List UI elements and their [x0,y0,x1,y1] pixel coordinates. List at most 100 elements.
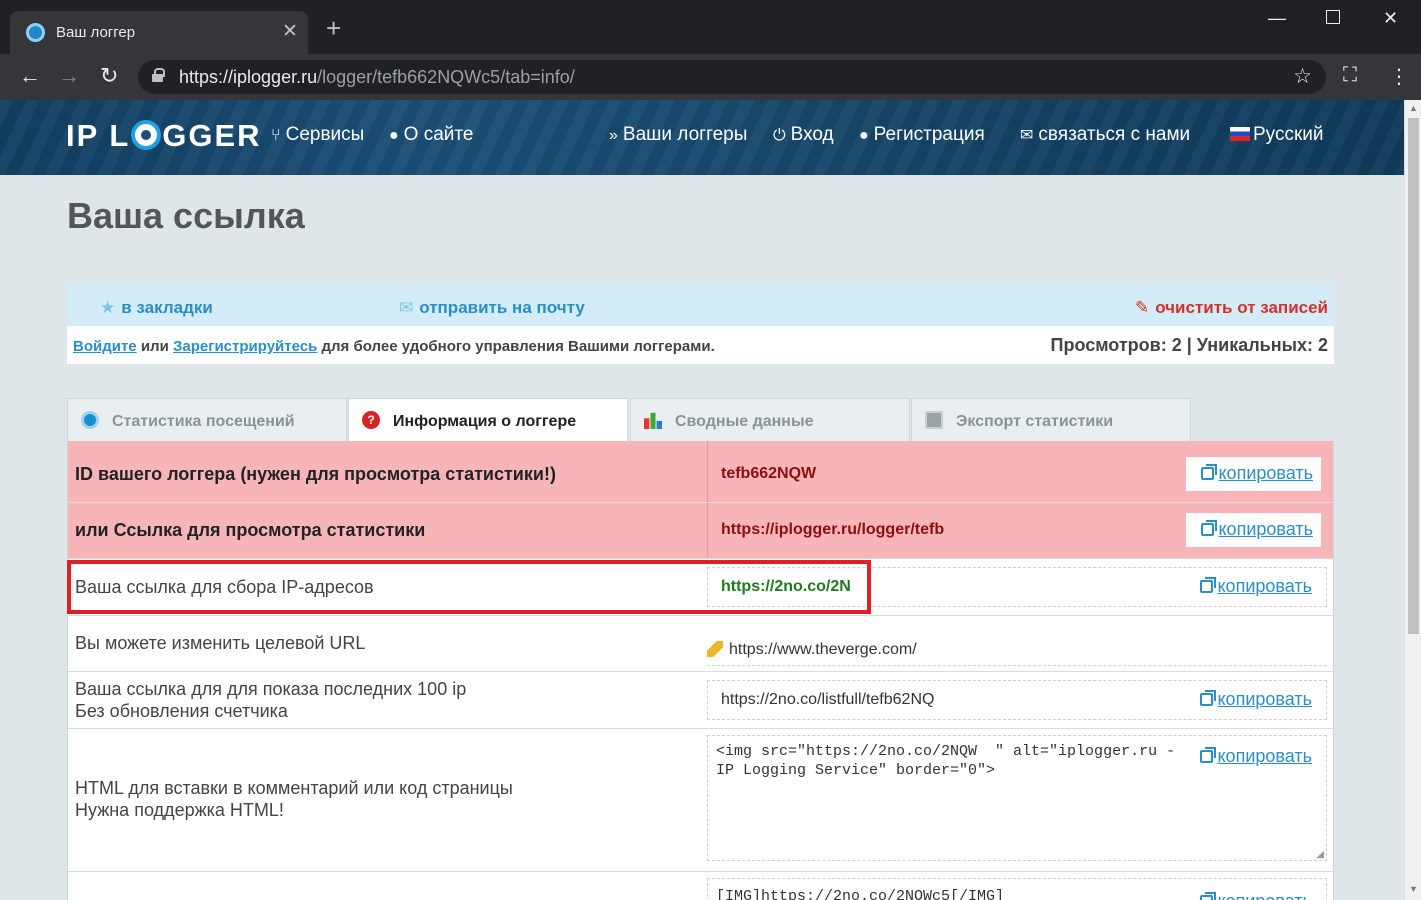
stats-link-box: https://iplogger.ru/logger/tefb копирова… [707,503,1327,558]
tab-export[interactable]: Экспорт статистики [911,398,1191,441]
fork-icon: ⑂ [271,127,281,144]
bbcode-value[interactable]: [IMG]https://2no.co/2NQWc5[/IMG] [716,887,1196,900]
browser-titlebar: Ваш логгер ✕ + — ✕ [0,0,1421,54]
tab-logger-info[interactable]: ? Информация о логгере [348,398,628,442]
logger-tabs: Статистика посещений ? Информация о логг… [67,398,1334,442]
address-bar[interactable]: https://iplogger.ru/logger/tefb662NQWc5/… [138,60,1326,94]
copy-collect-link-button[interactable]: копировать [1185,570,1320,602]
copy-icon [1201,464,1218,480]
copy-icon [1200,690,1217,706]
views-counter: Просмотров: 2 | Уникальных: 2 [1050,335,1328,355]
logger-id-label: ID вашего логгера (нужен для просмотра с… [75,464,556,484]
tab-export-label: Экспорт статистики [956,413,1114,430]
actions-bar: ★ в закладки ✉ отправить на почту ✎ очистит… [67,282,1334,326]
mail-icon: ✉ [399,298,414,317]
incognito-icon[interactable]: ⛶ [1343,64,1357,87]
pencil-icon [707,641,723,657]
copy-icon [1200,892,1217,900]
html-code-textarea[interactable]: <img src="https://2no.co/2NQW " alt="ipl… [707,735,1327,861]
row-last100-link: Ваша ссылка для для показа последних 100… [68,672,1333,729]
double-chevron-down-icon: » [609,127,618,144]
last100-box: https://2no.co/listfull/tefb62NQ копиров… [707,680,1327,720]
page-scrollbar[interactable]: ▲ ▼ [1404,100,1421,900]
login-info-bar: Войдите или Зарегистрируйтесь для более … [67,326,1334,364]
reload-icon[interactable]: ↻ [100,64,118,88]
resize-handle-icon[interactable]: ◢ [1316,849,1324,860]
target-url-label: Вы можете изменить целевой URL [75,633,366,653]
tab-visit-stats[interactable]: Статистика посещений [67,398,347,441]
copy-icon [1200,577,1217,593]
browser-tab-title: Ваш логгер [56,24,136,41]
close-tab-icon[interactable]: ✕ [282,20,298,43]
menu-register[interactable]: ● Регистрация [859,124,985,146]
row-logger-id: ID вашего логгера (нужен для просмотра с… [68,441,1333,503]
copy-last100-button[interactable]: копировать [1185,683,1320,715]
email-action[interactable]: ✉ отправить на почту [399,298,585,318]
stats-link-value[interactable]: https://iplogger.ru/logger/tefb [721,521,944,539]
menu-kebab-icon[interactable]: ⋮ [1389,64,1409,89]
user-icon: ● [859,127,869,144]
clear-records-action[interactable]: ✎ очистить от записей [1135,298,1328,318]
russian-flag-icon [1230,127,1250,141]
menu-language[interactable]: Русский [1230,124,1324,146]
tab-summary[interactable]: Сводные данные [630,398,910,441]
logo-eye-icon [131,120,162,150]
menu-login[interactable]: ⏻ Вход [773,124,834,146]
eraser-icon: ✎ [1134,298,1150,317]
row-stats-link: или Ссылка для просмотра статистики http… [68,503,1333,559]
bar-chart-icon [644,412,662,429]
highlight-box [67,560,871,614]
menu-your-loggers[interactable]: » Ваши логгеры [609,124,747,146]
row-bbcode: [IMG]https://2no.co/2NQWc5[/IMG] копиров… [68,872,1333,900]
logger-info-table: ID вашего логгера (нужен для просмотра с… [67,441,1334,900]
envelope-icon: ✉ [1020,127,1034,144]
browser-tab[interactable]: Ваш логгер ✕ [10,11,308,54]
chat-icon: ● [389,127,399,144]
page-title: Ваша ссылка [67,195,305,236]
target-url-field[interactable]: https://www.theverge.com/ [707,634,1327,666]
favicon-icon [26,23,45,42]
last100-value[interactable]: https://2no.co/listfull/tefb62NQ [721,691,934,709]
new-tab-icon[interactable]: + [326,15,341,41]
browser-toolbar: ← → ↻ https://iplogger.ru/logger/tefb662… [0,54,1421,100]
copy-stats-link-button[interactable]: копировать [1186,513,1321,547]
address-url[interactable]: https://iplogger.ru/logger/tefb662NQWc5/… [179,67,575,88]
menu-services[interactable]: ⑂ Сервисы [271,124,364,146]
html-code-label: HTML для вставки в комментарий или код с… [75,778,513,820]
back-icon[interactable]: ← [19,64,41,88]
maximize-icon[interactable] [1326,10,1340,24]
last100-label: Ваша ссылка для для показа последних 100… [75,679,467,721]
login-link[interactable]: Войдите [73,338,137,355]
close-window-icon[interactable]: ✕ [1383,8,1398,29]
stats-link-label: или Ссылка для просмотра статистики [75,520,426,540]
minimize-icon[interactable]: — [1268,8,1286,29]
row-target-url: Вы можете изменить целевой URL https://w… [68,616,1333,672]
bookmark-action[interactable]: ★ в закладки [100,298,213,318]
copy-icon [1200,747,1217,763]
site-logo[interactable]: IP L GGER [66,118,262,154]
scrollbar-thumb[interactable] [1408,118,1419,634]
forward-icon[interactable]: → [58,64,80,88]
menu-contact[interactable]: ✉ связаться с нами [1020,124,1190,146]
logger-id-value[interactable]: tefb662NQW [721,465,816,483]
tab-visit-stats-label: Статистика посещений [112,413,295,430]
bbcode-textarea[interactable]: [IMG]https://2no.co/2NQWc5[/IMG] копиров… [707,878,1327,900]
register-link[interactable]: Зарегистрируйтесь [173,338,317,355]
logger-id-box: tefb662NQW копировать [707,441,1327,502]
target-url-value[interactable]: https://www.theverge.com/ [707,641,917,659]
globe-icon [81,411,99,429]
bookmark-star-icon[interactable]: ☆ [1293,64,1312,89]
lock-icon [152,68,165,82]
copy-id-button[interactable]: копировать [1186,457,1321,491]
site-header: IP L GGER ⑂ Сервисы ● О сайте » Ваши логгеры… [0,100,1421,175]
login-prompt: Войдите или Зарегистрируйтесь для более … [73,338,715,355]
scroll-up-icon[interactable]: ▲ [1409,103,1418,113]
star-icon: ★ [100,298,116,317]
copy-html-button[interactable]: копировать [1185,740,1320,772]
menu-about[interactable]: ● О сайте [389,124,473,146]
scroll-down-icon[interactable]: ▼ [1409,884,1418,894]
tab-logger-info-label: Информация о логгере [393,413,577,430]
html-code-value[interactable]: <img src="https://2no.co/2NQW " alt="ipl… [716,742,1196,780]
login-or-text: или [136,338,173,355]
copy-bbcode-button[interactable]: копировать [1185,885,1320,900]
